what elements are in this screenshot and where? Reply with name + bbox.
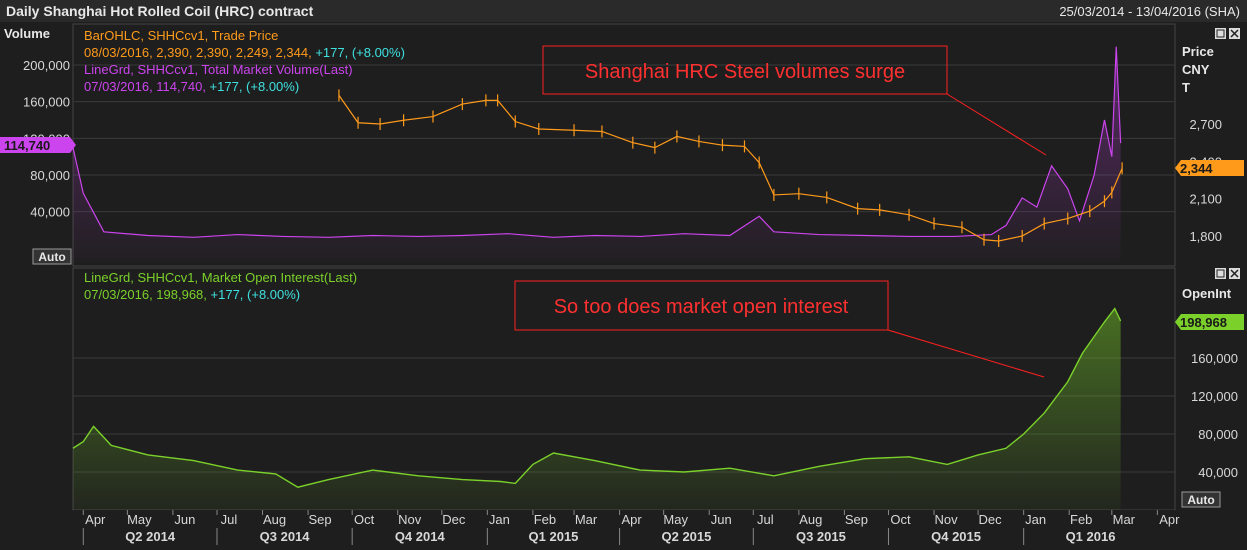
bottom-panel-controls bbox=[1215, 268, 1240, 279]
price-last-marker: 2,344 bbox=[1175, 160, 1244, 176]
month-label: Sep bbox=[845, 512, 868, 527]
price-axis-title-line: T bbox=[1182, 80, 1190, 95]
month-label: Jul bbox=[221, 512, 238, 527]
oi-tick-label: 80,000 bbox=[1198, 427, 1238, 442]
oi-tick-label: 120,000 bbox=[1191, 389, 1238, 404]
quarter-label: Q3 2014 bbox=[260, 529, 311, 544]
price-axis: 1,8002,1002,4002,700 bbox=[1189, 117, 1222, 244]
month-label: Jun bbox=[711, 512, 732, 527]
auto-label: Auto bbox=[38, 250, 65, 264]
oi-last-marker: 198,968 bbox=[1175, 314, 1244, 330]
open-interest-axis: 40,000 80,000 120,000 160,000 bbox=[1191, 351, 1238, 480]
month-label: Apr bbox=[1159, 512, 1180, 527]
month-label: Jun bbox=[174, 512, 195, 527]
volume-axis-title: Volume bbox=[4, 26, 50, 41]
chart-title: Daily Shanghai Hot Rolled Coil (HRC) con… bbox=[6, 3, 314, 19]
quarter-label: Q3 2015 bbox=[796, 529, 846, 544]
legend-entry: BarOHLC, SHHCcv1, Trade Price bbox=[84, 28, 278, 43]
month-label: Mar bbox=[1113, 512, 1136, 527]
hrc-chart: Daily Shanghai Hot Rolled Coil (HRC) con… bbox=[0, 0, 1247, 545]
month-label: Sep bbox=[309, 512, 332, 527]
month-label: Aug bbox=[263, 512, 286, 527]
month-label: May bbox=[127, 512, 152, 527]
legend-entry: LineGrd, SHHCcv1, Total Market Volume(La… bbox=[84, 62, 353, 77]
month-label: Feb bbox=[534, 512, 556, 527]
date-range: 25/03/2014 - 13/04/2016 (SHA) bbox=[1059, 4, 1240, 19]
price-axis-title-line: CNY bbox=[1182, 62, 1210, 77]
month-label: Jan bbox=[489, 512, 510, 527]
volume-last-marker: 114,740 bbox=[0, 137, 76, 153]
auto-scale-button-top[interactable]: Auto bbox=[32, 248, 72, 265]
quarter-label: Q1 2015 bbox=[529, 529, 579, 544]
month-label: Nov bbox=[398, 512, 422, 527]
oi-marker-value: 198,968 bbox=[1180, 315, 1227, 330]
volume-tick-label: 200,000 bbox=[23, 58, 70, 73]
volume-annotation-text: Shanghai HRC Steel volumes surge bbox=[585, 61, 905, 83]
price-marker-value: 2,344 bbox=[1180, 161, 1213, 176]
month-label: May bbox=[663, 512, 688, 527]
month-label: Jul bbox=[757, 512, 774, 527]
quarter-label: Q2 2014 bbox=[125, 529, 176, 544]
legend-entry: 07/03/2016, 114,740, +177, (+8.00%) bbox=[84, 79, 299, 94]
legend-entry: 07/03/2016, 198,968, +177, (+8.00%) bbox=[84, 287, 300, 302]
month-label: Apr bbox=[621, 512, 642, 527]
price-tick-label: 2,100 bbox=[1189, 192, 1222, 207]
month-label: Dec bbox=[442, 512, 466, 527]
quarter-label: Q2 2015 bbox=[662, 529, 712, 544]
auto-label: Auto bbox=[1187, 493, 1214, 507]
price-tick-label: 1,800 bbox=[1189, 229, 1222, 244]
legend-entry: LineGrd, SHHCcv1, Market Open Interest(L… bbox=[84, 270, 357, 285]
month-label: Mar bbox=[575, 512, 598, 527]
oi-tick-label: 40,000 bbox=[1198, 465, 1238, 480]
month-label: Dec bbox=[979, 512, 1003, 527]
oi-tick-label: 160,000 bbox=[1191, 351, 1238, 366]
month-label: Nov bbox=[934, 512, 958, 527]
oi-axis-title: OpenInt bbox=[1182, 286, 1232, 301]
month-label: Feb bbox=[1070, 512, 1092, 527]
volume-tick-label: 40,000 bbox=[30, 205, 70, 220]
month-label: Apr bbox=[85, 512, 106, 527]
month-label: Aug bbox=[799, 512, 822, 527]
top-panel-controls bbox=[1215, 28, 1240, 39]
volume-marker-value: 114,740 bbox=[4, 138, 50, 153]
oi-annotation-text: So too does market open interest bbox=[554, 296, 849, 318]
month-label: Oct bbox=[354, 512, 375, 527]
auto-scale-button-bottom[interactable]: Auto bbox=[1181, 491, 1221, 508]
chart-window: Daily Shanghai Hot Rolled Coil (HRC) con… bbox=[0, 0, 1247, 545]
price-axis-title: Price CNY T bbox=[1182, 44, 1214, 95]
month-label: Jan bbox=[1025, 512, 1046, 527]
legend-entry: 08/03/2016, 2,390, 2,390, 2,249, 2,344, … bbox=[84, 45, 405, 60]
month-label: Oct bbox=[890, 512, 911, 527]
quarter-label: Q4 2015 bbox=[931, 529, 981, 544]
quarter-label: Q1 2016 bbox=[1066, 529, 1116, 544]
price-axis-title-line: Price bbox=[1182, 44, 1214, 59]
volume-tick-label: 80,000 bbox=[30, 168, 70, 183]
quarter-label: Q4 2014 bbox=[395, 529, 446, 544]
volume-tick-label: 160,000 bbox=[23, 95, 70, 110]
price-tick-label: 2,700 bbox=[1189, 117, 1222, 132]
